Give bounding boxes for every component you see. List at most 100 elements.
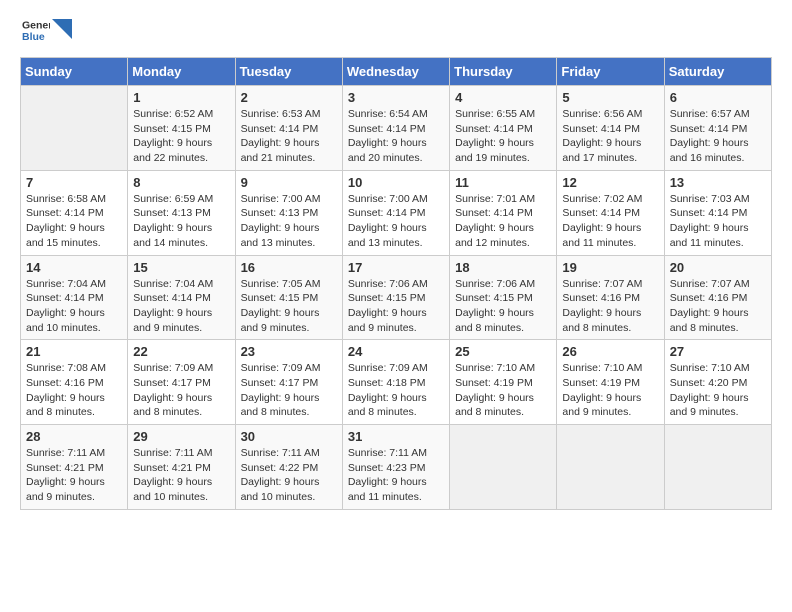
calendar-cell: 31 Sunrise: 7:11 AM Sunset: 4:23 PM Dayli… bbox=[342, 425, 449, 510]
logo-arrow-icon bbox=[52, 19, 72, 43]
day-info: Sunrise: 7:07 AM Sunset: 4:16 PM Dayligh… bbox=[670, 277, 766, 336]
calendar-col-wednesday: Wednesday bbox=[342, 58, 449, 86]
calendar-cell: 22 Sunrise: 7:09 AM Sunset: 4:17 PM Dayli… bbox=[128, 340, 235, 425]
day-info: Sunrise: 7:09 AM Sunset: 4:18 PM Dayligh… bbox=[348, 361, 444, 420]
calendar-col-tuesday: Tuesday bbox=[235, 58, 342, 86]
calendar-cell: 6 Sunrise: 6:57 AM Sunset: 4:14 PM Daylig… bbox=[664, 86, 771, 171]
day-number: 25 bbox=[455, 344, 551, 359]
calendar-cell: 8 Sunrise: 6:59 AM Sunset: 4:13 PM Daylig… bbox=[128, 170, 235, 255]
day-info: Sunrise: 7:06 AM Sunset: 4:15 PM Dayligh… bbox=[348, 277, 444, 336]
logo: General Blue bbox=[20, 16, 72, 49]
calendar-cell bbox=[21, 86, 128, 171]
calendar-cell: 20 Sunrise: 7:07 AM Sunset: 4:16 PM Dayli… bbox=[664, 255, 771, 340]
svg-text:Blue: Blue bbox=[22, 31, 45, 43]
day-info: Sunrise: 6:57 AM Sunset: 4:14 PM Dayligh… bbox=[670, 107, 766, 166]
calendar-cell bbox=[664, 425, 771, 510]
day-info: Sunrise: 7:10 AM Sunset: 4:19 PM Dayligh… bbox=[562, 361, 658, 420]
calendar-cell: 23 Sunrise: 7:09 AM Sunset: 4:17 PM Dayli… bbox=[235, 340, 342, 425]
calendar-col-monday: Monday bbox=[128, 58, 235, 86]
day-info: Sunrise: 6:56 AM Sunset: 4:14 PM Dayligh… bbox=[562, 107, 658, 166]
day-number: 20 bbox=[670, 260, 766, 275]
day-number: 15 bbox=[133, 260, 229, 275]
day-number: 16 bbox=[241, 260, 337, 275]
day-number: 21 bbox=[26, 344, 122, 359]
calendar-cell: 26 Sunrise: 7:10 AM Sunset: 4:19 PM Dayli… bbox=[557, 340, 664, 425]
day-info: Sunrise: 7:04 AM Sunset: 4:14 PM Dayligh… bbox=[26, 277, 122, 336]
calendar-cell: 16 Sunrise: 7:05 AM Sunset: 4:15 PM Dayli… bbox=[235, 255, 342, 340]
day-number: 28 bbox=[26, 429, 122, 444]
calendar-col-sunday: Sunday bbox=[21, 58, 128, 86]
calendar-cell: 2 Sunrise: 6:53 AM Sunset: 4:14 PM Daylig… bbox=[235, 86, 342, 171]
day-number: 17 bbox=[348, 260, 444, 275]
calendar-cell: 29Sunrise: 7:11 AM Sunset: 4:21 PM Dayli… bbox=[128, 425, 235, 510]
calendar-col-friday: Friday bbox=[557, 58, 664, 86]
day-number: 23 bbox=[241, 344, 337, 359]
day-number: 26 bbox=[562, 344, 658, 359]
calendar-cell: 24 Sunrise: 7:09 AM Sunset: 4:18 PM Dayli… bbox=[342, 340, 449, 425]
day-info: Sunrise: 7:05 AM Sunset: 4:15 PM Dayligh… bbox=[241, 277, 337, 336]
calendar-cell: 30Sunrise: 7:11 AM Sunset: 4:22 PM Dayli… bbox=[235, 425, 342, 510]
day-number: 27 bbox=[670, 344, 766, 359]
day-info: Sunrise: 7:07 AM Sunset: 4:16 PM Dayligh… bbox=[562, 277, 658, 336]
day-number: 2 bbox=[241, 90, 337, 105]
day-number: 19 bbox=[562, 260, 658, 275]
calendar-week-row: 1Sunrise: 6:52 AM Sunset: 4:15 PM Daylig… bbox=[21, 86, 772, 171]
day-info: Sunrise: 7:09 AM Sunset: 4:17 PM Dayligh… bbox=[241, 361, 337, 420]
day-number: 18 bbox=[455, 260, 551, 275]
day-info: Sunrise: 7:03 AM Sunset: 4:14 PM Dayligh… bbox=[670, 192, 766, 251]
day-number: 3 bbox=[348, 90, 444, 105]
calendar-table: SundayMondayTuesdayWednesdayThursdayFrid… bbox=[20, 57, 772, 510]
calendar-cell: 15Sunrise: 7:04 AM Sunset: 4:14 PM Dayli… bbox=[128, 255, 235, 340]
day-info: Sunrise: 6:52 AM Sunset: 4:15 PM Dayligh… bbox=[133, 107, 229, 166]
calendar-cell: 12 Sunrise: 7:02 AM Sunset: 4:14 PM Dayli… bbox=[557, 170, 664, 255]
day-info: Sunrise: 7:09 AM Sunset: 4:17 PM Dayligh… bbox=[133, 361, 229, 420]
day-number: 13 bbox=[670, 175, 766, 190]
day-info: Sunrise: 6:59 AM Sunset: 4:13 PM Dayligh… bbox=[133, 192, 229, 251]
calendar-week-row: 7Sunrise: 6:58 AM Sunset: 4:14 PM Daylig… bbox=[21, 170, 772, 255]
day-info: Sunrise: 7:11 AM Sunset: 4:22 PM Dayligh… bbox=[241, 446, 337, 505]
day-number: 10 bbox=[348, 175, 444, 190]
day-number: 6 bbox=[670, 90, 766, 105]
calendar-cell: 25 Sunrise: 7:10 AM Sunset: 4:19 PM Dayli… bbox=[450, 340, 557, 425]
calendar-cell: 28Sunrise: 7:11 AM Sunset: 4:21 PM Dayli… bbox=[21, 425, 128, 510]
day-info: Sunrise: 6:53 AM Sunset: 4:14 PM Dayligh… bbox=[241, 107, 337, 166]
calendar-body: 1Sunrise: 6:52 AM Sunset: 4:15 PM Daylig… bbox=[21, 86, 772, 510]
calendar-cell: 13 Sunrise: 7:03 AM Sunset: 4:14 PM Dayli… bbox=[664, 170, 771, 255]
day-number: 29 bbox=[133, 429, 229, 444]
calendar-cell: 11 Sunrise: 7:01 AM Sunset: 4:14 PM Dayli… bbox=[450, 170, 557, 255]
day-info: Sunrise: 6:55 AM Sunset: 4:14 PM Dayligh… bbox=[455, 107, 551, 166]
calendar-col-saturday: Saturday bbox=[664, 58, 771, 86]
day-number: 31 bbox=[348, 429, 444, 444]
day-number: 24 bbox=[348, 344, 444, 359]
day-number: 4 bbox=[455, 90, 551, 105]
calendar-cell: 10 Sunrise: 7:00 AM Sunset: 4:14 PM Dayli… bbox=[342, 170, 449, 255]
calendar-cell: 27 Sunrise: 7:10 AM Sunset: 4:20 PM Dayli… bbox=[664, 340, 771, 425]
day-number: 12 bbox=[562, 175, 658, 190]
day-number: 8 bbox=[133, 175, 229, 190]
calendar-cell: 18 Sunrise: 7:06 AM Sunset: 4:15 PM Dayli… bbox=[450, 255, 557, 340]
day-number: 5 bbox=[562, 90, 658, 105]
day-info: Sunrise: 7:10 AM Sunset: 4:20 PM Dayligh… bbox=[670, 361, 766, 420]
calendar-week-row: 28Sunrise: 7:11 AM Sunset: 4:21 PM Dayli… bbox=[21, 425, 772, 510]
page-header: General Blue bbox=[20, 16, 772, 49]
calendar-cell: 19 Sunrise: 7:07 AM Sunset: 4:16 PM Dayli… bbox=[557, 255, 664, 340]
day-info: Sunrise: 7:10 AM Sunset: 4:19 PM Dayligh… bbox=[455, 361, 551, 420]
calendar-header-row: SundayMondayTuesdayWednesdayThursdayFrid… bbox=[21, 58, 772, 86]
calendar-cell: 3Sunrise: 6:54 AM Sunset: 4:14 PM Daylig… bbox=[342, 86, 449, 171]
calendar-cell: 21 Sunrise: 7:08 AM Sunset: 4:16 PM Dayli… bbox=[21, 340, 128, 425]
day-number: 14 bbox=[26, 260, 122, 275]
calendar-cell: 4 Sunrise: 6:55 AM Sunset: 4:14 PM Daylig… bbox=[450, 86, 557, 171]
day-info: Sunrise: 7:00 AM Sunset: 4:14 PM Dayligh… bbox=[348, 192, 444, 251]
svg-text:General: General bbox=[22, 20, 50, 32]
day-info: Sunrise: 7:11 AM Sunset: 4:23 PM Dayligh… bbox=[348, 446, 444, 505]
day-info: Sunrise: 7:02 AM Sunset: 4:14 PM Dayligh… bbox=[562, 192, 658, 251]
day-info: Sunrise: 7:00 AM Sunset: 4:13 PM Dayligh… bbox=[241, 192, 337, 251]
day-info: Sunrise: 7:08 AM Sunset: 4:16 PM Dayligh… bbox=[26, 361, 122, 420]
day-number: 11 bbox=[455, 175, 551, 190]
day-info: Sunrise: 7:01 AM Sunset: 4:14 PM Dayligh… bbox=[455, 192, 551, 251]
calendar-cell: 5 Sunrise: 6:56 AM Sunset: 4:14 PM Daylig… bbox=[557, 86, 664, 171]
calendar-cell: 17 Sunrise: 7:06 AM Sunset: 4:15 PM Dayli… bbox=[342, 255, 449, 340]
calendar-cell: 1Sunrise: 6:52 AM Sunset: 4:15 PM Daylig… bbox=[128, 86, 235, 171]
day-info: Sunrise: 7:06 AM Sunset: 4:15 PM Dayligh… bbox=[455, 277, 551, 336]
day-number: 22 bbox=[133, 344, 229, 359]
